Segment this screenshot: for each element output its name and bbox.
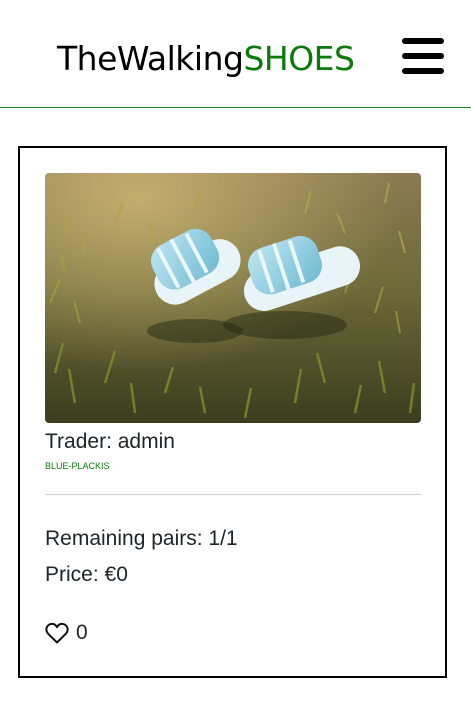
menu-bar xyxy=(402,53,444,59)
product-tag[interactable]: BLUE-PLACKIS xyxy=(45,460,110,472)
brand-main: TheWalking xyxy=(57,39,244,78)
hamburger-menu-icon[interactable] xyxy=(400,36,446,76)
product-card: Trader: admin BLUE-PLACKIS Remaining pai… xyxy=(18,146,447,678)
like-button[interactable]: 0 xyxy=(45,620,88,646)
divider xyxy=(45,494,421,495)
trader-label: Trader: admin xyxy=(45,430,175,453)
menu-bar xyxy=(402,68,444,74)
heart-outline-icon xyxy=(45,622,69,644)
like-count: 0 xyxy=(76,621,88,644)
remaining-pairs: Remaining pairs: 1/1 xyxy=(45,527,238,550)
price: Price: €0 xyxy=(45,563,128,586)
brand-logo[interactable]: TheWalkingSHOES xyxy=(57,39,355,79)
navbar: TheWalkingSHOES xyxy=(0,0,471,108)
product-image[interactable] xyxy=(45,173,421,423)
menu-bar xyxy=(402,38,444,44)
brand-accent: SHOES xyxy=(243,39,355,78)
